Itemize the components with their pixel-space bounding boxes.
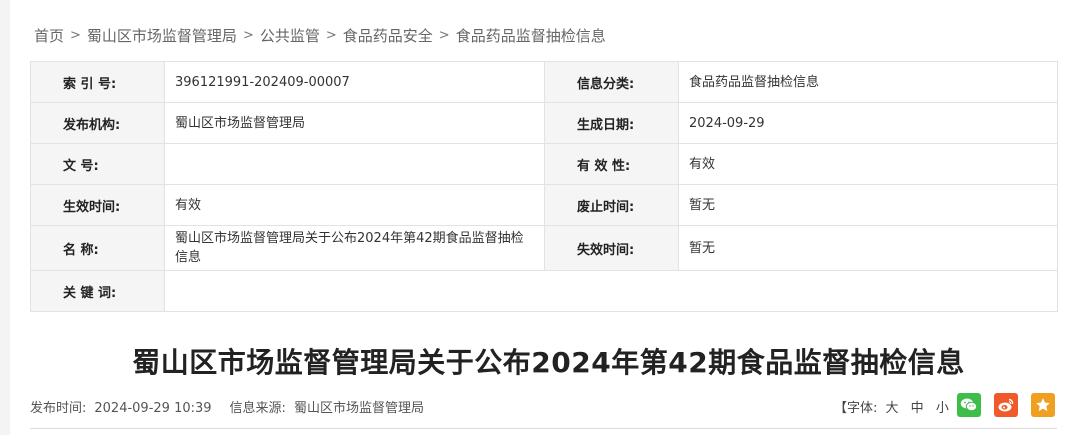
breadcrumb-bureau[interactable]: 蜀山区市场监督管理局 [87,25,237,46]
breadcrumb-inspection-info[interactable]: 食品药品监督抽检信息 [456,25,606,46]
star-icon [1036,398,1050,412]
keywords-label: 关 键 词: [30,270,165,312]
document-number-label: 文 号: [30,143,165,185]
expire-time-label: 失效时间: [544,225,679,271]
created-date-value: 2024-09-29 [678,102,1058,144]
wechat-icon [960,398,978,412]
abolish-time-label: 废止时间: [544,184,679,226]
keywords-value [164,270,1058,312]
breadcrumb-separator: > [325,27,337,43]
breadcrumb-home[interactable]: 首页 [34,25,64,46]
breadcrumb-separator: > [70,27,81,43]
font-size-small-button[interactable]: 小 [936,401,949,416]
table-row: 关 键 词: [30,270,1058,312]
breadcrumb-public-supervision[interactable]: 公共监管 [260,25,320,46]
source-label: 信息来源: [229,401,286,416]
name-value: 蜀山区市场监督管理局关于公布2024年第42期食品监督抽检信息 [164,225,545,271]
validity-label: 有 效 性: [544,143,679,185]
publisher-label: 发布机构: [30,102,165,144]
share-weibo-button[interactable] [994,393,1018,417]
expire-time-value: 暂无 [678,225,1058,271]
category-label: 信息分类: [544,61,679,103]
font-size-switcher: 【字体: 大 中 小 】 [834,397,970,416]
source-value: 蜀山区市场监督管理局 [293,401,424,416]
table-row: 文 号: 有 效 性: 有效 [30,143,1058,185]
effective-time-value: 有效 [164,184,545,226]
document-info-table: 索 引 号: 396121991-202409-00007 信息分类: 食品药品… [30,61,1058,312]
font-size-medium-button[interactable]: 中 [911,401,924,416]
table-row: 名 称: 蜀山区市场监督管理局关于公布2024年第42期食品监督抽检信息 失效时… [30,225,1058,271]
table-row: 发布机构: 蜀山区市场监督管理局 生成日期: 2024-09-29 [30,102,1058,144]
index-number-label: 索 引 号: [30,61,165,103]
publish-time-label: 发布时间: [30,401,87,416]
name-label: 名 称: [30,225,165,271]
breadcrumb-separator: > [438,27,450,43]
font-size-large-button[interactable]: 大 [886,401,899,416]
article-title: 蜀山区市场监督管理局关于公布2024年第42期食品监督抽检信息 [132,346,965,379]
breadcrumb: 首页 > 蜀山区市场监督管理局 > 公共监管 > 食品药品安全 > 食品药品监督… [34,24,606,46]
publish-time-value: 2024-09-29 10:39 [94,401,212,416]
validity-value: 有效 [678,143,1058,185]
publisher-value: 蜀山区市场监督管理局 [164,102,545,144]
favorite-button[interactable] [1031,393,1055,417]
breadcrumb-separator: > [242,27,254,43]
page: 首页 > 蜀山区市场监督管理局 > 公共监管 > 食品药品安全 > 食品药品监督… [10,0,1087,435]
index-number-value: 396121991-202409-00007 [164,61,545,103]
abolish-time-value: 暂无 [678,184,1058,226]
created-date-label: 生成日期: [544,102,679,144]
document-number-value [164,143,545,185]
font-size-open-bracket: 【字体: [833,401,878,416]
share-wechat-button[interactable] [957,393,981,417]
weibo-icon [998,398,1014,412]
divider [30,428,1057,429]
table-row: 生效时间: 有效 废止时间: 暂无 [30,184,1058,226]
effective-time-label: 生效时间: [30,184,165,226]
table-row: 索 引 号: 396121991-202409-00007 信息分类: 食品药品… [30,61,1058,103]
breadcrumb-food-drug-safety[interactable]: 食品药品安全 [343,25,433,46]
category-value: 食品药品监督抽检信息 [678,61,1058,103]
